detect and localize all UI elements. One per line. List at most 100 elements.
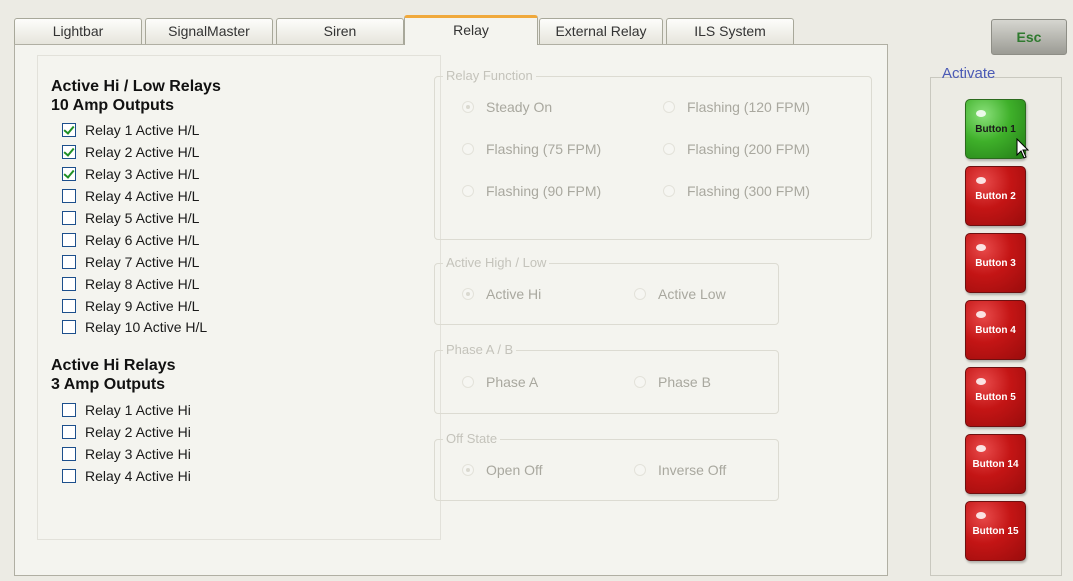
hilo-relay-3[interactable]: Relay 3 Active H/L xyxy=(62,164,199,184)
checkbox-label: Relay 4 Active Hi xyxy=(85,468,191,484)
button-label: Button 4 xyxy=(975,324,1016,336)
button-label: Button 14 xyxy=(972,458,1019,470)
checkbox[interactable] xyxy=(62,277,76,291)
indicator-light-icon xyxy=(976,512,986,519)
radio-dot[interactable] xyxy=(634,464,646,476)
hilo-relay-5[interactable]: Relay 5 Active H/L xyxy=(62,208,199,228)
checkbox[interactable] xyxy=(62,447,76,461)
activate-button-14[interactable]: Button 14 xyxy=(965,434,1026,494)
radio-dot[interactable] xyxy=(663,143,675,155)
radio-label: Flashing (75 FPM) xyxy=(486,141,602,157)
button-label: Button 1 xyxy=(975,123,1016,135)
radio-dot[interactable] xyxy=(462,376,474,388)
radio-label: Steady On xyxy=(486,99,553,115)
radio-dot[interactable] xyxy=(663,185,675,197)
hi-title-line1: Active Hi Relays xyxy=(51,357,176,374)
checkbox-label: Relay 8 Active H/L xyxy=(85,276,200,292)
checkbox-label: Relay 1 Active H/L xyxy=(85,122,200,138)
radio-label: Flashing (120 FPM) xyxy=(687,99,810,115)
hilo-relay-10[interactable]: Relay 10 Active H/L xyxy=(62,317,207,337)
hi-relay-3[interactable]: Relay 3 Active Hi xyxy=(62,444,191,464)
button-label: Button 15 xyxy=(972,525,1019,537)
hilo-relay-6[interactable]: Relay 6 Active H/L xyxy=(62,230,199,250)
radio-dot[interactable] xyxy=(634,288,646,300)
checkbox[interactable] xyxy=(62,211,76,225)
radio-dot[interactable] xyxy=(462,143,474,155)
activate-button-5[interactable]: Button 5 xyxy=(965,367,1026,427)
tab-lightbar[interactable]: Lightbar xyxy=(14,18,142,44)
relay-function-legend: Relay Function xyxy=(443,68,536,83)
checkbox[interactable] xyxy=(62,167,76,181)
indicator-light-icon xyxy=(976,311,986,318)
activate-button-3[interactable]: Button 3 xyxy=(965,233,1026,293)
activate-button-4[interactable]: Button 4 xyxy=(965,300,1026,360)
radio-dot[interactable] xyxy=(462,101,474,113)
radio-dot[interactable] xyxy=(462,288,474,300)
radio-label: Phase B xyxy=(658,374,711,390)
radio-phase-a[interactable]: Phase A xyxy=(462,374,538,390)
hi-relay-1[interactable]: Relay 1 Active Hi xyxy=(62,400,191,420)
phase-legend: Phase A / B xyxy=(443,342,517,357)
checkbox[interactable] xyxy=(62,123,76,137)
radio-flashing-200[interactable]: Flashing (200 FPM) xyxy=(663,141,810,157)
hi-relay-4[interactable]: Relay 4 Active Hi xyxy=(62,466,191,486)
checkbox[interactable] xyxy=(62,145,76,159)
radio-open-off[interactable]: Open Off xyxy=(462,462,543,478)
activate-button-2[interactable]: Button 2 xyxy=(965,166,1026,226)
radio-flashing-90[interactable]: Flashing (90 FPM) xyxy=(462,183,601,199)
radio-dot[interactable] xyxy=(663,101,675,113)
tab-relay[interactable]: Relay xyxy=(404,15,538,45)
radio-active-hi[interactable]: Active Hi xyxy=(462,286,541,302)
active-high-low-legend: Active High / Low xyxy=(443,255,550,270)
radio-flashing-120[interactable]: Flashing (120 FPM) xyxy=(663,99,810,115)
tab-signalmaster[interactable]: SignalMaster xyxy=(145,18,273,44)
checkbox-label: Relay 2 Active Hi xyxy=(85,424,191,440)
radio-label: Open Off xyxy=(486,462,543,478)
hilo-relay-9[interactable]: Relay 9 Active H/L xyxy=(62,296,199,316)
radio-label: Active Low xyxy=(658,286,726,302)
radio-inverse-off[interactable]: Inverse Off xyxy=(634,462,726,478)
button-label: Button 3 xyxy=(975,257,1016,269)
radio-active-low[interactable]: Active Low xyxy=(634,286,726,302)
hilo-relay-7[interactable]: Relay 7 Active H/L xyxy=(62,252,199,272)
radio-dot[interactable] xyxy=(634,376,646,388)
hilo-relay-1[interactable]: Relay 1 Active H/L xyxy=(62,120,199,140)
checkbox[interactable] xyxy=(62,320,76,334)
checkbox-label: Relay 3 Active H/L xyxy=(85,166,200,182)
radio-flashing-300[interactable]: Flashing (300 FPM) xyxy=(663,183,810,199)
tab-siren[interactable]: Siren xyxy=(276,18,404,44)
checkbox[interactable] xyxy=(62,299,76,313)
checkbox-label: Relay 7 Active H/L xyxy=(85,254,200,270)
hilo-title-line2: 10 Amp Outputs xyxy=(51,97,174,114)
checkbox[interactable] xyxy=(62,425,76,439)
radio-label: Flashing (300 FPM) xyxy=(687,183,810,199)
hilo-title-line1: Active Hi / Low Relays xyxy=(51,78,221,95)
hi-section-title: Active Hi Relays 3 Amp Outputs xyxy=(51,356,176,394)
button-label: Button 5 xyxy=(975,391,1016,403)
hi-relay-2[interactable]: Relay 2 Active Hi xyxy=(62,422,191,442)
hilo-relay-4[interactable]: Relay 4 Active H/L xyxy=(62,186,199,206)
tab-ils-system[interactable]: ILS System xyxy=(666,18,794,44)
radio-label: Active Hi xyxy=(486,286,542,302)
checkbox[interactable] xyxy=(62,403,76,417)
tab-external-relay[interactable]: External Relay xyxy=(539,18,663,44)
radio-dot[interactable] xyxy=(462,464,474,476)
checkbox[interactable] xyxy=(62,469,76,483)
radio-dot[interactable] xyxy=(462,185,474,197)
radio-flashing-75[interactable]: Flashing (75 FPM) xyxy=(462,141,601,157)
button-label: Button 2 xyxy=(975,190,1016,202)
checkbox[interactable] xyxy=(62,255,76,269)
hilo-relay-8[interactable]: Relay 8 Active H/L xyxy=(62,274,199,294)
off-state-legend: Off State xyxy=(443,431,501,446)
hilo-relay-2[interactable]: Relay 2 Active H/L xyxy=(62,142,199,162)
radio-phase-b[interactable]: Phase B xyxy=(634,374,711,390)
activate-button-15[interactable]: Button 15 xyxy=(965,501,1026,561)
activate-label: Activate xyxy=(942,65,996,82)
checkbox-label: Relay 5 Active H/L xyxy=(85,210,200,226)
indicator-light-icon xyxy=(976,378,986,385)
checkbox[interactable] xyxy=(62,233,76,247)
checkbox[interactable] xyxy=(62,189,76,203)
esc-button[interactable]: Esc xyxy=(991,19,1067,55)
radio-label: Flashing (90 FPM) xyxy=(486,183,602,199)
radio-steady-on[interactable]: Steady On xyxy=(462,99,552,115)
